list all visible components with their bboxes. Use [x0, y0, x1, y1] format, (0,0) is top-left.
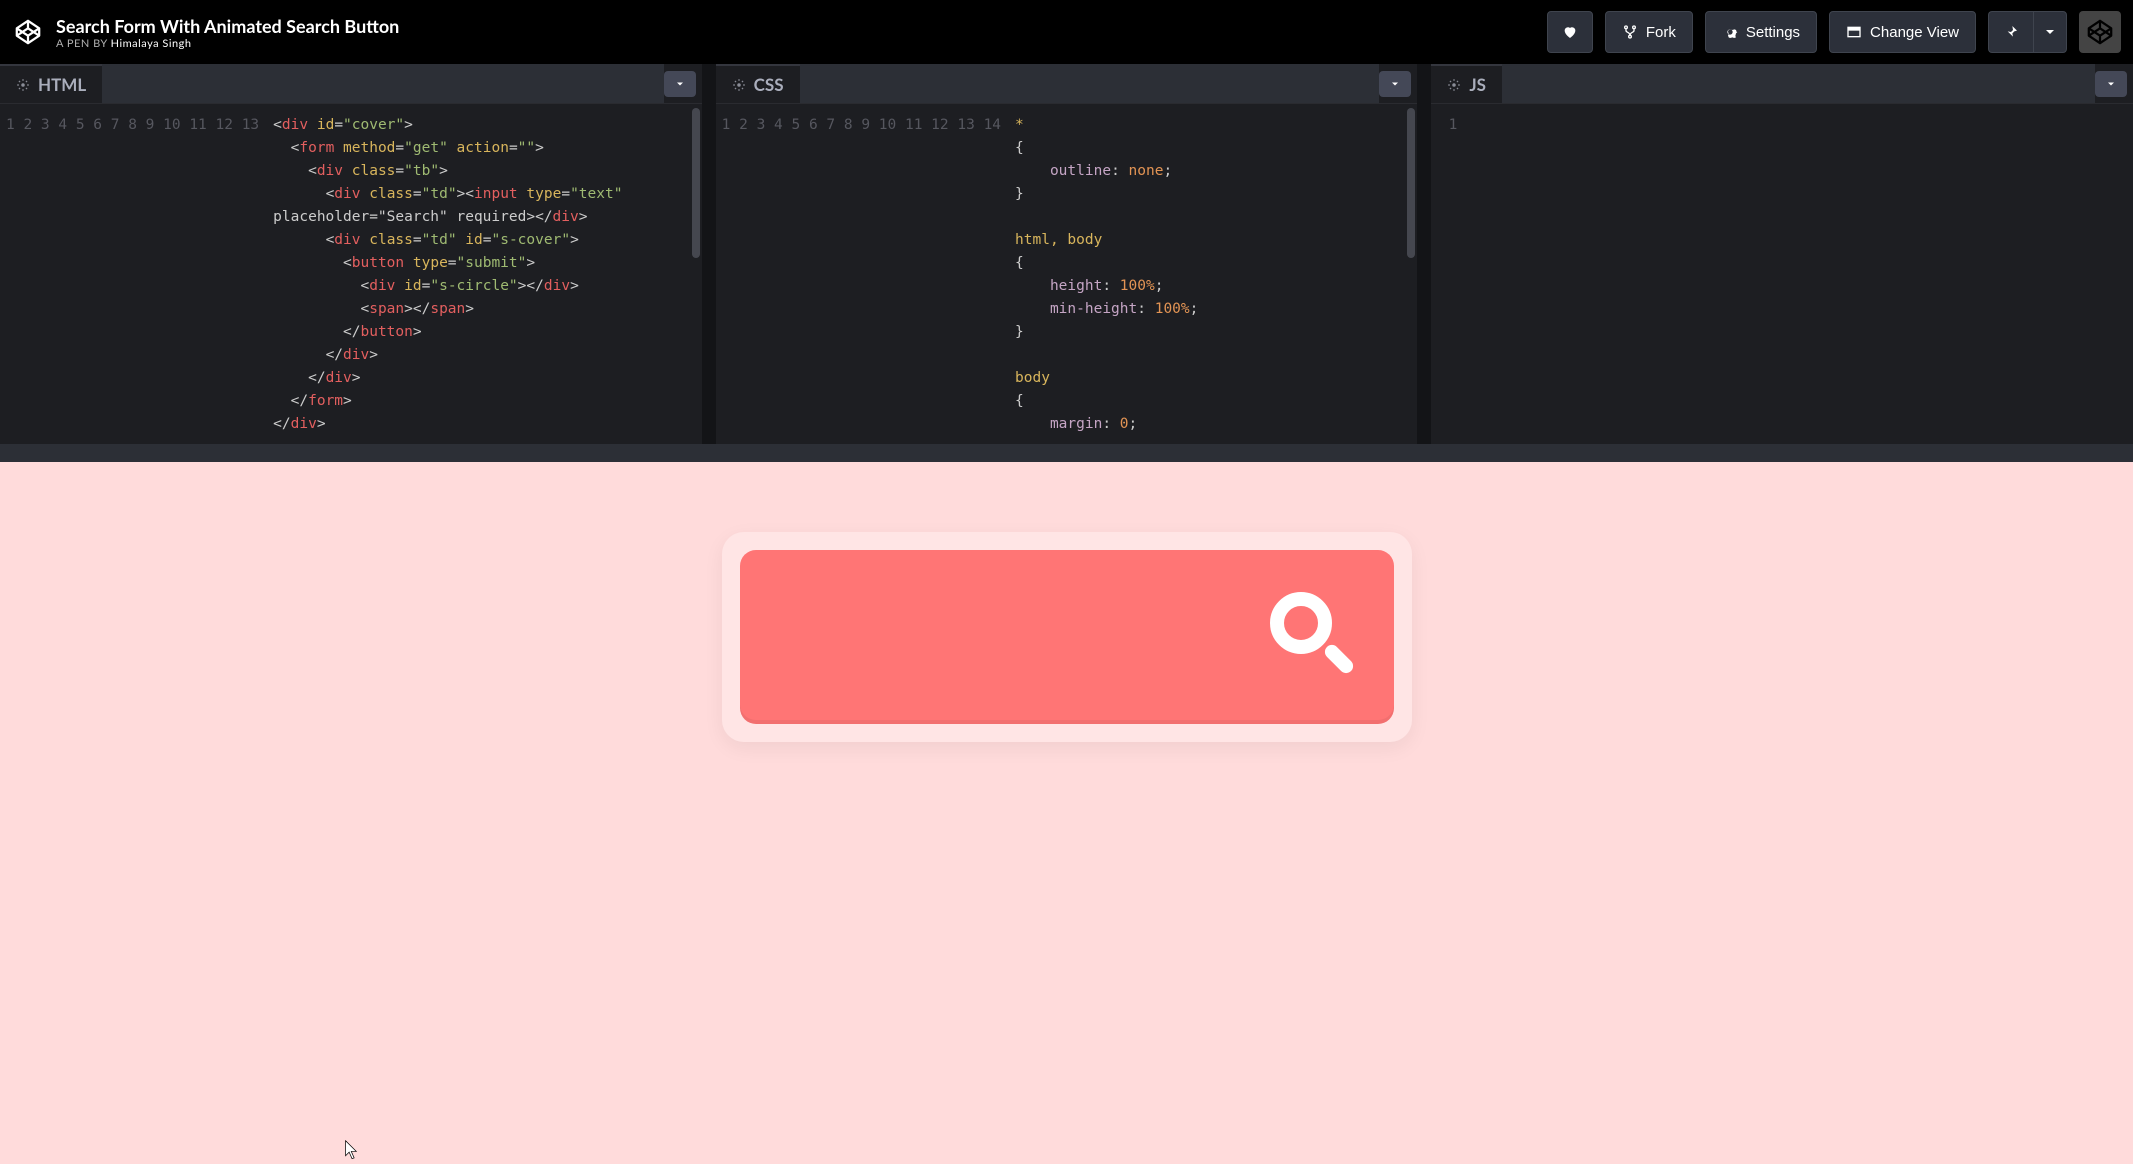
chevron-down-icon	[674, 78, 686, 90]
js-code[interactable]	[1467, 104, 2133, 444]
heart-icon	[1562, 24, 1578, 40]
pin-button[interactable]	[1988, 11, 2033, 53]
codepen-logo-icon	[12, 16, 44, 48]
js-gutter: 1	[1431, 104, 1467, 444]
css-code[interactable]: * { outline: none; } html, body { height…	[1011, 104, 1417, 444]
avatar-icon	[2086, 18, 2114, 46]
chevron-down-icon	[2042, 24, 2058, 40]
title-block: Search Form With Animated Search Button …	[56, 15, 399, 50]
settings-label: Settings	[1746, 24, 1800, 41]
js-panel-label: JS	[1469, 74, 1486, 95]
pen-byline: A PEN BY Himalaya Singh	[56, 37, 399, 50]
js-editor-panel: JS 1	[1431, 64, 2133, 444]
fork-label: Fork	[1646, 24, 1676, 41]
html-panel-header: HTML	[0, 64, 702, 104]
gear-icon	[732, 78, 746, 92]
html-code-area[interactable]: 1 2 3 4 5 6 7 8 9 10 11 12 13 <div id="c…	[0, 104, 702, 444]
css-panel-tab[interactable]: CSS	[716, 64, 800, 103]
search-input[interactable]	[740, 550, 1394, 724]
pen-author[interactable]: Himalaya Singh	[111, 37, 192, 50]
css-scrollbar[interactable]	[1407, 108, 1415, 258]
js-panel-header: JS	[1431, 64, 2133, 104]
search-icon	[1270, 592, 1332, 654]
chevron-down-icon	[1389, 78, 1401, 90]
editors-row: HTML 1 2 3 4 5 6 7 8 9 10 11 12 13 <div …	[0, 64, 2133, 444]
css-panel-header: CSS	[716, 64, 1418, 104]
html-panel-options-button[interactable]	[664, 71, 696, 97]
pen-title[interactable]: Search Form With Animated Search Button	[56, 15, 399, 37]
pin-dropdown-button[interactable]	[2033, 11, 2067, 53]
css-panel-label: CSS	[754, 74, 784, 95]
html-panel-tab[interactable]: HTML	[0, 64, 102, 103]
change-view-button[interactable]: Change View	[1829, 11, 1976, 53]
gear-icon	[1722, 24, 1738, 40]
pin-button-group	[1988, 11, 2067, 53]
html-panel-label: HTML	[38, 74, 86, 95]
byline-prefix: A PEN BY	[56, 37, 111, 50]
html-code[interactable]: <div id="cover"> <form method="get" acti…	[269, 104, 702, 444]
gear-icon	[16, 78, 30, 92]
css-gutter: 1 2 3 4 5 6 7 8 9 10 11 12 13 14	[716, 104, 1011, 444]
change-view-label: Change View	[1870, 24, 1959, 41]
search-form-outer	[722, 532, 1412, 742]
css-editor-panel: CSS 1 2 3 4 5 6 7 8 9 10 11 12 13 14 * {…	[716, 64, 1432, 444]
html-gutter: 1 2 3 4 5 6 7 8 9 10 11 12 13	[0, 104, 269, 444]
css-panel-options-button[interactable]	[1379, 71, 1411, 97]
like-button[interactable]	[1547, 11, 1593, 53]
js-code-area[interactable]: 1	[1431, 104, 2133, 444]
chevron-down-icon	[2105, 78, 2117, 90]
pin-icon	[2003, 24, 2019, 40]
search-submit-button[interactable]	[1270, 592, 1360, 682]
layout-icon	[1846, 24, 1862, 40]
user-avatar[interactable]	[2079, 11, 2121, 53]
search-icon-handle	[1322, 642, 1356, 676]
html-scrollbar[interactable]	[692, 108, 700, 258]
preview-pane	[0, 462, 2133, 1164]
fork-icon	[1622, 24, 1638, 40]
html-editor-panel: HTML 1 2 3 4 5 6 7 8 9 10 11 12 13 <div …	[0, 64, 716, 444]
mouse-cursor-icon	[344, 1140, 360, 1160]
js-panel-tab[interactable]: JS	[1431, 64, 1502, 103]
js-panel-options-button[interactable]	[2095, 71, 2127, 97]
css-code-area[interactable]: 1 2 3 4 5 6 7 8 9 10 11 12 13 14 * { out…	[716, 104, 1418, 444]
vertical-resize-bar[interactable]	[0, 444, 2133, 462]
gear-icon	[1447, 78, 1461, 92]
settings-button[interactable]: Settings	[1705, 11, 1817, 53]
fork-button[interactable]: Fork	[1605, 11, 1693, 53]
app-header: Search Form With Animated Search Button …	[0, 0, 2133, 64]
